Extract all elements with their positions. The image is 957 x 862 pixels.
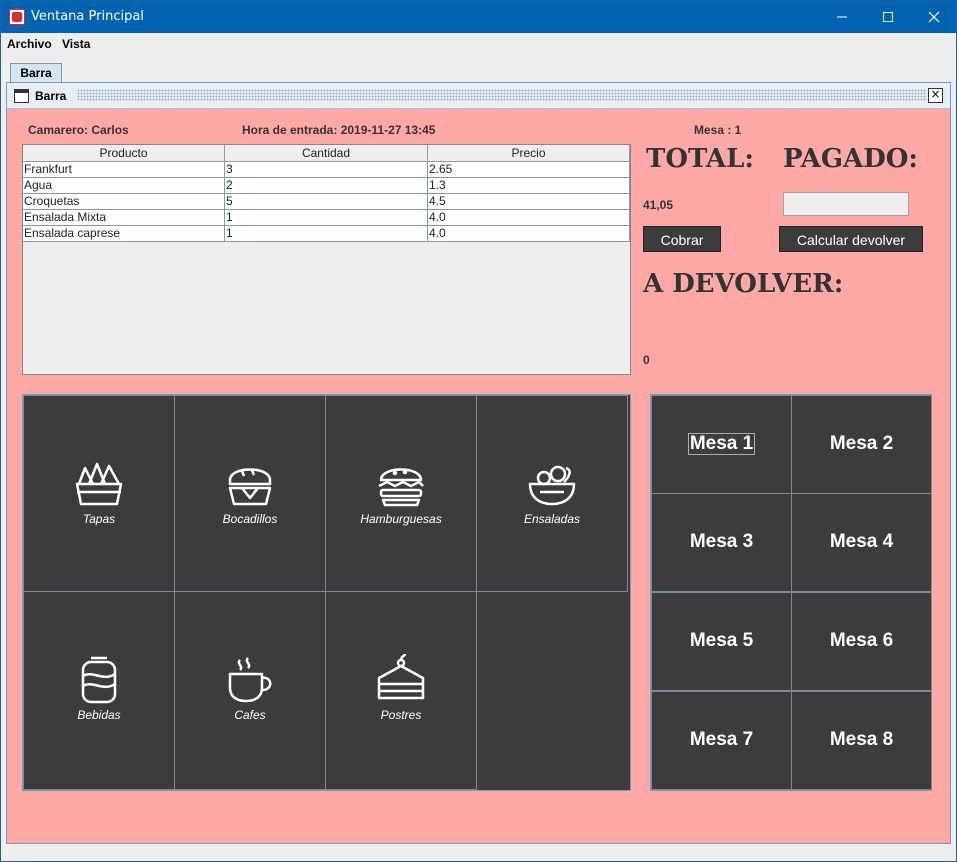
- frame-title: Barra: [35, 89, 67, 103]
- bottom-bar: [1, 846, 956, 861]
- category-tapas-button[interactable]: Tapas: [23, 395, 175, 592]
- cell-precio: 4.0: [428, 226, 630, 241]
- tapas-icon: [75, 462, 123, 506]
- cell-cantidad: 1: [225, 210, 428, 225]
- internal-frame-barra: Barra × Camarero: Carlos Hora de entrada…: [6, 82, 951, 844]
- cell-precio: 2.65: [428, 162, 630, 177]
- calcular-devolver-button[interactable]: Calcular devolver: [779, 226, 923, 252]
- cell-cantidad: 2: [225, 178, 428, 193]
- pagado-input[interactable]: [783, 192, 909, 216]
- camarero-label: Camarero: Carlos: [28, 123, 129, 137]
- hora-entrada-label: Hora de entrada: 2019-11-27 13:45: [242, 123, 436, 137]
- table-row[interactable]: Ensalada caprese 1 4.0: [23, 226, 630, 242]
- order-table[interactable]: Producto Cantidad Precio Frankfurt 3 2.6…: [22, 144, 631, 375]
- cell-precio: 4.5: [428, 194, 630, 209]
- mesa-5-button[interactable]: Mesa 5: [651, 592, 792, 691]
- devolver-value: 0: [643, 353, 650, 367]
- mesa-1-button[interactable]: Mesa 1: [651, 395, 792, 494]
- cell-producto: Ensalada caprese: [23, 226, 225, 241]
- maximize-button[interactable]: [865, 1, 911, 33]
- tab-barra[interactable]: Barra: [10, 63, 62, 84]
- cell-precio: 1.3: [428, 178, 630, 193]
- category-label: Tapas: [82, 512, 116, 526]
- mesa-label: Mesa 1: [687, 433, 756, 455]
- cell-cantidad: 3: [225, 162, 428, 177]
- main-window: Ventana Principal Archivo Vista Barra Ba…: [0, 0, 957, 862]
- category-grid: Tapas Bocadillos Hamburguesas Ensaladas …: [22, 394, 631, 791]
- category-ensaladas-button[interactable]: Ensaladas: [476, 395, 628, 592]
- category-bocadillos-button[interactable]: Bocadillos: [174, 395, 326, 592]
- devolver-label: A DEVOLVER:: [643, 269, 844, 299]
- mesa-2-button[interactable]: Mesa 2: [791, 395, 932, 494]
- titlebar-grip: [77, 89, 927, 101]
- category-label: Ensaladas: [523, 512, 581, 526]
- table-row[interactable]: Croquetas 5 4.5: [23, 194, 630, 210]
- table-row[interactable]: Agua 2 1.3: [23, 178, 630, 194]
- frame-icon: [14, 89, 29, 103]
- category-label: Hamburguesas: [360, 512, 442, 526]
- table-header: Producto Cantidad Precio: [23, 145, 630, 162]
- total-label: TOTAL:: [646, 144, 754, 174]
- minimize-button[interactable]: [819, 1, 865, 33]
- mesa-4-button[interactable]: Mesa 4: [791, 493, 932, 592]
- cake-icon: [377, 654, 425, 700]
- category-cafes-button[interactable]: Cafes: [174, 591, 326, 790]
- mesa-7-button[interactable]: Mesa 7: [651, 691, 792, 790]
- cell-producto: Croquetas: [23, 194, 225, 209]
- mesa-3-button[interactable]: Mesa 3: [651, 493, 792, 592]
- category-label: Bocadillos: [222, 512, 278, 526]
- cell-precio: 4.0: [428, 210, 630, 225]
- category-label: Cafes: [234, 708, 266, 722]
- mesa-grid: Mesa 1 Mesa 2 Mesa 3 Mesa 4 Mesa 5 Mesa …: [650, 394, 932, 791]
- cell-cantidad: 5: [225, 194, 428, 209]
- menu-vista[interactable]: Vista: [62, 37, 90, 51]
- salad-icon: [528, 465, 576, 506]
- cell-cantidad: 1: [225, 226, 428, 241]
- category-postres-button[interactable]: Postres: [325, 591, 477, 790]
- menu-bar: Archivo Vista: [1, 33, 956, 55]
- menu-archivo[interactable]: Archivo: [7, 37, 52, 51]
- category-label: Bebidas: [77, 708, 121, 722]
- burger-icon: [378, 468, 424, 507]
- category-hamburguesas-button[interactable]: Hamburguesas: [325, 395, 477, 592]
- frame-close-icon[interactable]: ×: [928, 88, 943, 103]
- cell-producto: Agua: [23, 178, 225, 193]
- window-title: Ventana Principal: [31, 9, 144, 24]
- cell-producto: Ensalada Mixta: [23, 210, 225, 225]
- table-row[interactable]: Frankfurt 3 2.65: [23, 162, 630, 178]
- category-bebidas-button[interactable]: Bebidas: [23, 591, 175, 790]
- coffee-cup-icon: [228, 657, 272, 703]
- total-value: 41,05: [643, 198, 674, 212]
- cell-producto: Frankfurt: [23, 162, 225, 177]
- pagado-label: PAGADO:: [783, 144, 919, 174]
- drink-can-icon: [81, 656, 117, 704]
- category-label: Postres: [380, 708, 422, 722]
- tab-strip: Barra: [1, 55, 956, 84]
- cobrar-button[interactable]: Cobrar: [643, 226, 721, 252]
- header-precio[interactable]: Precio: [428, 145, 630, 161]
- internal-frame-titlebar[interactable]: Barra ×: [7, 83, 950, 109]
- title-bar: Ventana Principal: [1, 1, 956, 33]
- header-cantidad[interactable]: Cantidad: [225, 145, 428, 161]
- mesa-8-button[interactable]: Mesa 8: [791, 691, 932, 790]
- header-producto[interactable]: Producto: [23, 145, 225, 161]
- sandwich-icon: [228, 468, 272, 506]
- mesa-label: Mesa : 1: [694, 123, 742, 137]
- mesa-6-button[interactable]: Mesa 6: [791, 592, 932, 691]
- java-app-icon: [9, 9, 25, 25]
- table-row[interactable]: Ensalada Mixta 1 4.0: [23, 210, 630, 226]
- close-button[interactable]: [911, 1, 957, 33]
